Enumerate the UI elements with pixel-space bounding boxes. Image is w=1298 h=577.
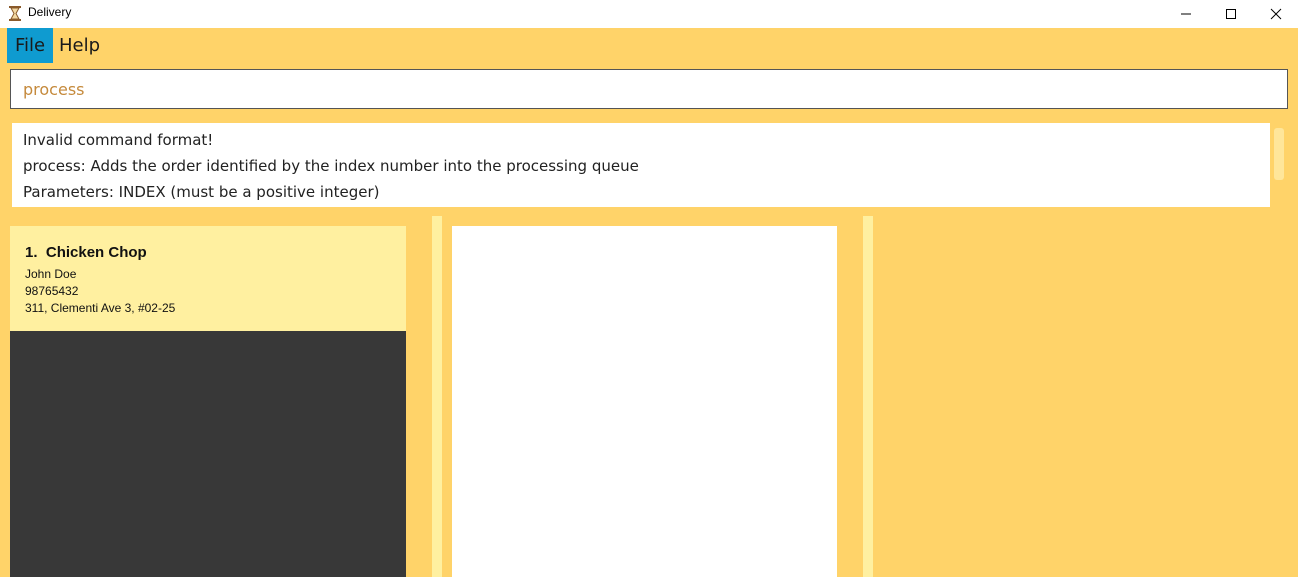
processing-queue-panel — [452, 226, 837, 577]
maximize-icon — [1226, 9, 1236, 19]
menu-help[interactable]: Help — [51, 28, 108, 63]
command-box[interactable]: process — [10, 69, 1288, 109]
close-icon — [1270, 8, 1282, 20]
menu-file[interactable]: File — [7, 28, 54, 63]
order-address: 311, Clementi Ave 3, #02-25 — [25, 301, 176, 315]
order-title: 1. Chicken Chop — [25, 244, 147, 261]
result-display: Invalid command format! process: Adds th… — [12, 123, 1270, 207]
title-bar: Delivery — [0, 0, 1298, 28]
minimize-button[interactable] — [1163, 0, 1209, 28]
menu-bar: File Help — [0, 28, 1298, 64]
order-card[interactable]: 1. Chicken Chop John Doe 98765432 311, C… — [10, 226, 406, 331]
hourglass-app-icon — [9, 6, 21, 21]
result-line: Parameters: INDEX (must be a positive in… — [23, 183, 380, 201]
panel-divider[interactable] — [432, 216, 442, 577]
close-button[interactable] — [1253, 0, 1298, 28]
order-phone: 98765432 — [25, 284, 79, 298]
result-line: process: Adds the order identified by th… — [23, 157, 639, 175]
result-line: Invalid command format! — [23, 131, 214, 149]
result-scrollbar[interactable] — [1274, 128, 1284, 180]
order-index: 1. — [25, 244, 38, 261]
minimize-icon — [1181, 13, 1191, 15]
maximize-button[interactable] — [1208, 0, 1254, 28]
window-title: Delivery — [28, 5, 72, 19]
panel-divider[interactable] — [863, 216, 873, 577]
order-customer: John Doe — [25, 267, 77, 281]
command-input[interactable]: process — [23, 80, 84, 99]
order-name: Chicken Chop — [45, 244, 147, 261]
